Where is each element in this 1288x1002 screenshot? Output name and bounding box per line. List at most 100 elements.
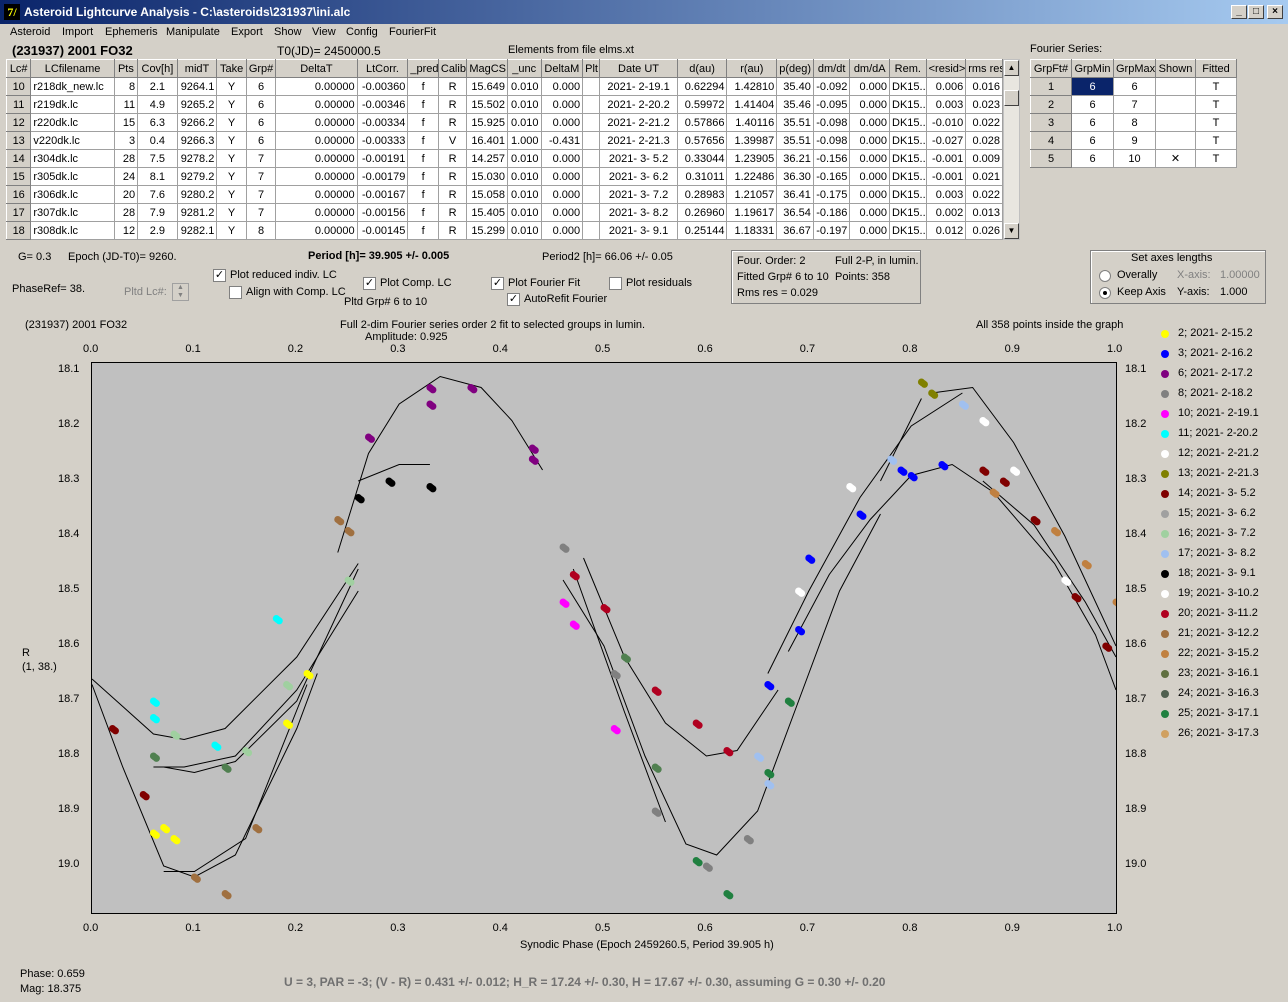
fourier-cell[interactable]: 8	[1113, 113, 1156, 132]
table-cell[interactable]: 6	[245, 131, 277, 150]
table-cell[interactable]: 35.46	[776, 95, 814, 114]
table-cell[interactable]: 0.000	[540, 221, 584, 240]
table-cell[interactable]: Y	[216, 167, 247, 186]
column-header[interactable]: MagCS	[466, 59, 508, 78]
table-cell[interactable]	[582, 221, 601, 240]
table-cell[interactable]	[582, 167, 601, 186]
table-cell[interactable]: 36.67	[776, 221, 814, 240]
table-cell[interactable]: 3	[113, 131, 139, 150]
table-cell[interactable]: 0.00000	[275, 95, 358, 114]
table-cell[interactable]: 2021- 2-19.1	[599, 77, 678, 96]
table-cell[interactable]: R	[437, 77, 468, 96]
table-cell[interactable]: 0.000	[849, 77, 891, 96]
column-header[interactable]: Pts	[113, 59, 139, 78]
table-cell[interactable]: 1.40116	[726, 113, 778, 132]
table-cell[interactable]: 20	[113, 185, 139, 204]
fourier-cell[interactable]: T	[1195, 131, 1237, 150]
yaxis-value[interactable]: 1.000	[1220, 286, 1248, 298]
table-cell[interactable]: v220dk.lc	[30, 131, 115, 150]
table-cell[interactable]: 6	[245, 95, 277, 114]
pltd-lc-spinner[interactable]: ▲ ▼	[172, 283, 189, 301]
table-cell[interactable]: 0.021	[965, 167, 1003, 186]
table-cell[interactable]: 6.3	[137, 113, 178, 132]
table-cell[interactable]: 9278.2	[176, 149, 218, 168]
table-cell[interactable]: f	[407, 131, 439, 150]
table-cell[interactable]: 6	[245, 113, 277, 132]
overally-radio[interactable]	[1099, 270, 1111, 282]
table-cell[interactable]: f	[407, 95, 439, 114]
minimize-button[interactable]: _	[1231, 5, 1247, 19]
table-cell[interactable]: 15.405	[466, 203, 508, 222]
fourier-cell[interactable]: ✕	[1155, 149, 1196, 168]
table-cell[interactable]: 0.000	[540, 185, 584, 204]
table-cell[interactable]: 2.1	[137, 77, 178, 96]
table-cell[interactable]: f	[407, 185, 439, 204]
table-cell[interactable]: 12	[5, 113, 32, 132]
table-cell[interactable]: 2021- 3- 9.1	[599, 221, 678, 240]
fourier-row[interactable]: 368 T	[1030, 113, 1237, 132]
table-cell[interactable]: -0.001	[925, 149, 967, 168]
fourier-cell[interactable]	[1155, 77, 1196, 96]
table-cell[interactable]: 10	[5, 77, 32, 96]
column-header[interactable]: r(au)	[726, 59, 778, 78]
table-cell[interactable]: Y	[216, 149, 247, 168]
column-header[interactable]: Plt	[582, 59, 601, 78]
table-cell[interactable]: R	[437, 149, 468, 168]
table-cell[interactable]: 0.31011	[676, 167, 728, 186]
table-cell[interactable]: 36.21	[776, 149, 814, 168]
table-cell[interactable]: -0.175	[812, 185, 851, 204]
table-cell[interactable]: 0.33044	[676, 149, 728, 168]
table-cell[interactable]: 9282.1	[176, 221, 218, 240]
fourier-cell[interactable]: T	[1195, 77, 1237, 96]
table-cell[interactable]: 15	[5, 167, 32, 186]
table-cell[interactable]: 0.003	[925, 185, 967, 204]
column-header[interactable]: LtCorr.	[356, 59, 409, 78]
fourier-cell[interactable]: 1	[1030, 77, 1072, 96]
fourier-cell[interactable]: 3	[1030, 113, 1072, 132]
table-cell[interactable]	[582, 149, 601, 168]
table-cell[interactable]	[582, 77, 601, 96]
fourier-cell[interactable]: 6	[1071, 149, 1114, 168]
table-scrollbar[interactable]: ▲ ▼	[1003, 59, 1020, 240]
table-cell[interactable]: f	[407, 203, 439, 222]
scroll-down-button[interactable]: ▼	[1004, 223, 1019, 239]
scroll-thumb[interactable]	[1004, 90, 1019, 106]
lightcurve-plot[interactable]	[91, 362, 1117, 914]
table-cell[interactable]: 9279.2	[176, 167, 218, 186]
table-cell[interactable]: 14.257	[466, 149, 508, 168]
table-cell[interactable]: 1.000	[506, 131, 542, 150]
fourier-cell[interactable]: 6	[1071, 95, 1114, 114]
fourier-cell[interactable]	[1155, 131, 1196, 150]
fourier-cell[interactable]: T	[1195, 149, 1237, 168]
table-cell[interactable]: 0.59972	[676, 95, 728, 114]
table-cell[interactable]: r218dk_new.lc	[30, 77, 115, 96]
table-row[interactable]: 16 r306dk.lc 20 7.6 9280.2 Y 7 0.00000 -0.00167 f…	[5, 185, 1003, 204]
fourier-cell[interactable]: 7	[1113, 95, 1156, 114]
table-cell[interactable]: 0.000	[849, 95, 891, 114]
table-cell[interactable]: 8	[245, 221, 277, 240]
table-cell[interactable]: -0.001	[925, 167, 967, 186]
menu-asteroid[interactable]: Asteroid	[10, 26, 50, 38]
table-cell[interactable]: 0.010	[506, 77, 542, 96]
table-cell[interactable]: DK15..	[889, 167, 927, 186]
plot-comp-checkbox[interactable]: ✓	[363, 277, 376, 290]
table-cell[interactable]: 7.6	[137, 185, 178, 204]
table-cell[interactable]: -0.00360	[356, 77, 409, 96]
table-cell[interactable]: DK15..	[889, 149, 927, 168]
fourier-row[interactable]: 5 6 10 ✕ T	[1030, 149, 1237, 168]
table-cell[interactable]: 0.010	[506, 185, 542, 204]
table-cell[interactable]: R	[437, 95, 468, 114]
table-cell[interactable]: R	[437, 203, 468, 222]
table-cell[interactable]: R	[437, 221, 468, 240]
maximize-button[interactable]: □	[1248, 5, 1264, 19]
table-cell[interactable]: 0.022	[965, 185, 1003, 204]
fourier-cell[interactable]	[1155, 113, 1196, 132]
table-cell[interactable]: -0.00156	[356, 203, 409, 222]
column-header[interactable]: Calib.	[437, 59, 468, 78]
xaxis-value[interactable]: 1.00000	[1220, 269, 1260, 281]
table-cell[interactable]: 2021- 3- 7.2	[599, 185, 678, 204]
plot-residuals-checkbox[interactable]	[609, 277, 622, 290]
column-header[interactable]: dm/dt	[812, 59, 851, 78]
table-row[interactable]: 13 v220dk.lc 3 0.4 9266.3 Y 6 0.00000 -0.00333 f V…	[5, 131, 1003, 150]
table-cell[interactable]: -0.156	[812, 149, 851, 168]
